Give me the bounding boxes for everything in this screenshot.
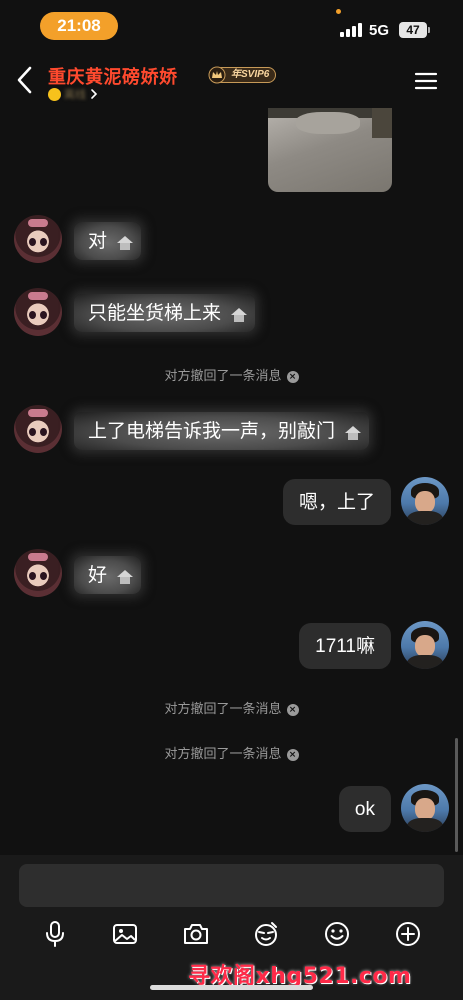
recall-text: 对方撤回了一条消息 — [164, 747, 282, 762]
camera-icon[interactable] — [181, 919, 211, 949]
microphone-icon[interactable] — [40, 919, 70, 949]
message-text: 只能坐货梯上来 — [88, 302, 222, 324]
message-text: 好 — [88, 564, 108, 586]
recall-notice: 对方撤回了一条消息 × — [0, 365, 463, 384]
crown-icon — [208, 66, 226, 84]
contact-avatar[interactable] — [14, 215, 62, 263]
incoming-message[interactable]: 对 — [74, 222, 142, 260]
emoji-icon[interactable] — [322, 919, 352, 949]
recall-text: 对方撤回了一条消息 — [164, 369, 282, 384]
outgoing-message[interactable]: 1711嘛 — [299, 623, 391, 669]
house-sticker-icon — [231, 308, 248, 322]
close-icon: × — [286, 703, 299, 716]
message-text: 对 — [88, 230, 108, 252]
house-sticker-icon — [117, 570, 134, 584]
message-text: ok — [354, 799, 375, 820]
incoming-message[interactable]: 上了电梯告诉我一声，别敲门 — [74, 412, 370, 450]
status-bar: 21:08 5G 47 — [0, 0, 463, 52]
message-input[interactable] — [19, 864, 444, 907]
status-emoji-icon — [48, 87, 61, 101]
contact-avatar[interactable] — [14, 405, 62, 453]
scrollbar[interactable] — [455, 738, 458, 852]
house-sticker-icon — [345, 426, 362, 440]
chat-header: 重庆黄泥磅娇娇 年SVIP6 离线 — [0, 52, 463, 108]
my-avatar[interactable] — [401, 477, 449, 525]
message-text: 1711嘛 — [315, 636, 375, 657]
input-area: 寻欢阁xhg521.com — [0, 855, 463, 1000]
sticker-icon[interactable] — [251, 919, 281, 949]
close-icon: × — [286, 748, 299, 761]
incoming-message[interactable]: 只能坐货梯上来 — [74, 294, 256, 332]
chevron-right-icon — [91, 89, 98, 99]
outgoing-message[interactable]: 嗯，上了 — [282, 479, 391, 525]
network-type: 5G — [369, 22, 390, 39]
message-text: 上了电梯告诉我一声，别敲门 — [88, 420, 336, 442]
plus-icon[interactable] — [393, 919, 423, 949]
status-time: 21:08 — [40, 12, 118, 40]
recall-notice: 对方撤回了一条消息 × — [0, 743, 463, 762]
house-sticker-icon — [117, 236, 134, 250]
privacy-indicator-dot — [336, 9, 341, 14]
recall-text: 对方撤回了一条消息 — [164, 702, 282, 717]
vip-badge[interactable]: 年SVIP6 — [208, 66, 277, 84]
online-status[interactable]: 离线 — [48, 86, 99, 102]
my-avatar[interactable] — [401, 784, 449, 832]
outgoing-message[interactable]: ok — [338, 786, 391, 832]
recall-notice: 对方撤回了一条消息 × — [0, 698, 463, 717]
my-avatar[interactable] — [401, 621, 449, 669]
message-text: 嗯，上了 — [298, 491, 375, 513]
close-icon: × — [286, 370, 299, 383]
signal-icon — [340, 23, 362, 37]
home-indicator[interactable] — [150, 985, 313, 990]
battery-tip — [428, 27, 430, 33]
back-arrow-icon[interactable] — [12, 64, 40, 96]
status-text: 离线 — [64, 88, 86, 101]
image-message[interactable] — [268, 108, 392, 192]
image-icon[interactable] — [110, 919, 140, 949]
menu-icon[interactable] — [414, 70, 438, 92]
contact-avatar[interactable] — [14, 288, 62, 336]
contact-avatar[interactable] — [14, 549, 62, 597]
battery-icon: 47 — [399, 22, 427, 38]
incoming-message[interactable]: 好 — [74, 556, 142, 594]
